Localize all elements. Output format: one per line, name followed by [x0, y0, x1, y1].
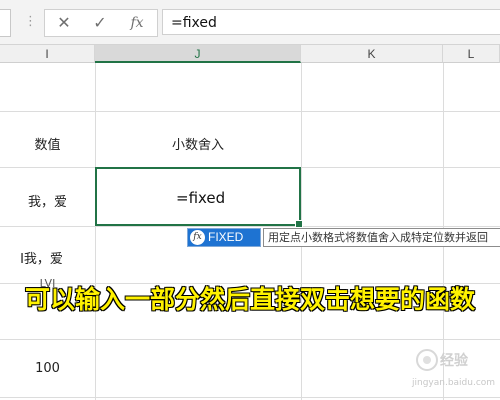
formula-input[interactable]: =fixed	[162, 9, 500, 35]
name-box[interactable]	[0, 9, 11, 37]
cell-j-header[interactable]: 小数舍入	[95, 134, 301, 153]
fill-handle[interactable]	[295, 220, 303, 228]
column-header-j[interactable]: J	[95, 45, 301, 63]
watermark-logo-icon	[416, 349, 438, 371]
function-tooltip: 用定点小数格式将数值舍入成特定位数并返回	[263, 228, 500, 247]
watermark-brand: 经验	[440, 353, 468, 369]
formula-bar: ⋮ ✕ ✓ fx =fixed	[0, 0, 500, 45]
function-icon: fx	[190, 230, 205, 245]
watermark-url: jingyan.baidu.com	[412, 378, 496, 388]
column-header-l[interactable]: L	[443, 45, 500, 63]
caption-text: 可以输入一部分然后直接双击想要的函数	[24, 284, 475, 314]
insert-function-icon[interactable]: fx	[125, 10, 149, 36]
cell-i-row5[interactable]: 100	[0, 361, 95, 376]
cancel-icon[interactable]: ✕	[53, 10, 75, 36]
autocomplete-label: FIXED	[208, 230, 244, 244]
column-header-k[interactable]: K	[301, 45, 443, 63]
enter-icon[interactable]: ✓	[89, 10, 111, 36]
formula-buttons: ✕ ✓ fx	[44, 9, 158, 37]
cell-i-header[interactable]: 数值	[0, 134, 95, 153]
formula-bar-separator: ⋮	[24, 14, 37, 29]
cell-edit-text[interactable]: =fixed	[176, 189, 225, 207]
autocomplete-item-fixed[interactable]: fx FIXED	[187, 228, 261, 247]
cell-i-row3[interactable]: I我，爱ᅠ	[0, 248, 95, 267]
cell-i-row2[interactable]: 我，爱	[0, 191, 95, 210]
column-header-i[interactable]: I	[0, 45, 95, 63]
